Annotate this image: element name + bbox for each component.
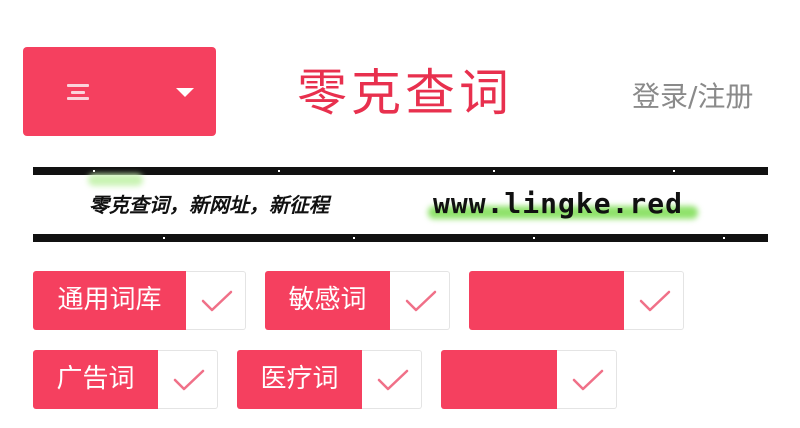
check-icon xyxy=(405,290,437,312)
banner-highlight xyxy=(88,174,143,186)
tag-checkbox[interactable] xyxy=(390,271,450,330)
tag-checkbox[interactable] xyxy=(557,350,617,409)
check-icon xyxy=(173,369,205,391)
banner-top-bar xyxy=(33,167,768,175)
tag-label: 医疗词 xyxy=(237,350,362,409)
menu-dropdown-button[interactable] xyxy=(23,47,216,136)
check-icon xyxy=(201,290,233,312)
check-icon xyxy=(639,290,671,312)
tag-label xyxy=(441,350,557,409)
banner-slogan: 零克查词，新网址，新征程 xyxy=(89,193,329,217)
tag-checkbox[interactable] xyxy=(186,271,246,330)
caret-down-icon xyxy=(176,88,194,97)
tag-checkbox[interactable] xyxy=(624,271,684,330)
tag-label xyxy=(469,271,624,330)
tag-checkbox[interactable] xyxy=(362,350,422,409)
check-icon xyxy=(572,369,604,391)
tag-label: 通用词库 xyxy=(33,271,186,330)
login-register-link[interactable]: 登录/注册 xyxy=(632,80,753,114)
check-icon xyxy=(377,369,409,391)
tag-label: 敏感词 xyxy=(265,271,390,330)
banner-url: www.lingke.red xyxy=(433,187,684,220)
hamburger-icon xyxy=(67,84,89,100)
tag-checkbox[interactable] xyxy=(158,350,218,409)
tag-label: 广告词 xyxy=(33,350,158,409)
site-logo[interactable]: 零克查词 xyxy=(297,60,509,126)
announcement-banner: 零克查词，新网址，新征程 www.lingke.red xyxy=(33,167,768,242)
banner-bottom-bar xyxy=(33,234,768,242)
